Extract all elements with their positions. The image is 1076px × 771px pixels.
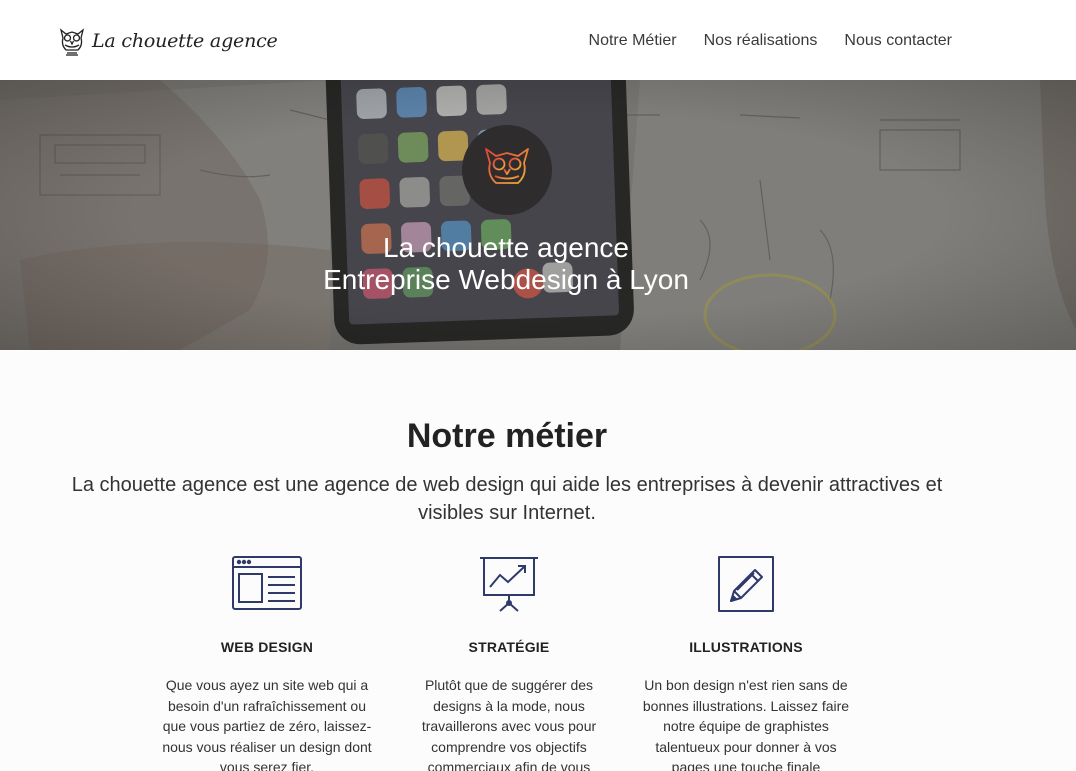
owl-logo-icon [59, 28, 85, 56]
hero-banner: La chouette agence Entreprise Webdesign … [0, 80, 1076, 350]
hero-background-image [0, 80, 1076, 350]
hero-title-line1: La chouette agence [383, 232, 629, 263]
main-navigation: Notre Métier Nos réalisations Nous conta… [589, 31, 952, 51]
feature-title: WEB DESIGN [220, 639, 314, 655]
feature-strategie: STRATÉGIE Plutôt que de suggérer des des… [401, 555, 617, 771]
feature-description: Que vous ayez un site web qui a besoin d… [162, 677, 372, 771]
feature-description: Un bon design n'est rien sans de bonnes … [642, 677, 850, 771]
feature-web-design: WEB DESIGN Que vous ayez un site web qui… [159, 555, 375, 771]
feature-title: ILLUSTRATIONS [689, 639, 803, 655]
nav-link-nous-contacter[interactable]: Nous contacter [844, 31, 952, 51]
section-intro: La chouette agence est une agence de web… [71, 474, 943, 524]
browser-window-icon [232, 556, 302, 610]
section-title: Notre métier [406, 417, 608, 455]
owl-emblem-icon [485, 148, 529, 194]
site-logo-link[interactable]: La chouette agence [58, 24, 278, 58]
notre-metier-section: Notre métier La chouette agence est une … [0, 350, 1076, 771]
logo-text: La chouette agence [92, 30, 278, 52]
nav-link-nos-realisations[interactable]: Nos réalisations [704, 31, 818, 51]
feature-title: STRATÉGIE [468, 639, 550, 655]
feature-illustrations: ILLUSTRATIONS Un bon design n'est rien s… [638, 555, 854, 771]
feature-description: Plutôt que de suggérer des designs à la … [421, 677, 597, 771]
nav-link-notre-metier[interactable]: Notre Métier [589, 31, 677, 51]
hero-title-line2: Entreprise Webdesign à Lyon [323, 264, 689, 295]
site-header: La chouette agence Notre Métier Nos réal… [0, 0, 1076, 80]
feature-list: WEB DESIGN Que vous ayez un site web qui… [0, 555, 1076, 771]
hero-owl-badge [462, 125, 552, 215]
pencil-icon [718, 556, 774, 612]
presentation-chart-icon [480, 557, 538, 612]
